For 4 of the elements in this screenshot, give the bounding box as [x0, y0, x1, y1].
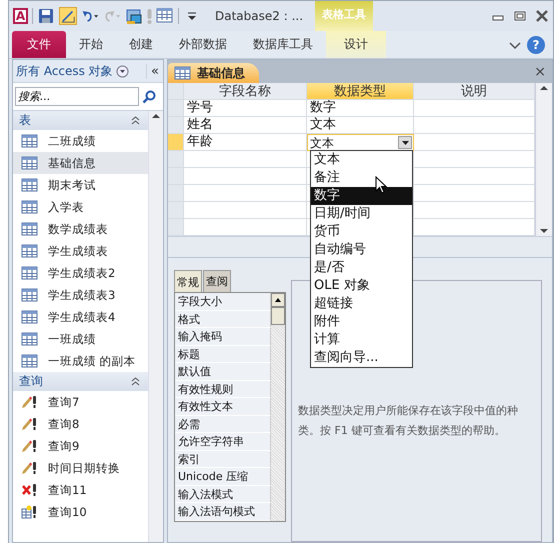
group-title: 查询	[19, 373, 43, 390]
context-label: 表格工具	[315, 1, 374, 31]
group-title: 表	[19, 112, 31, 129]
window-title: Database2 : ...	[215, 9, 304, 23]
